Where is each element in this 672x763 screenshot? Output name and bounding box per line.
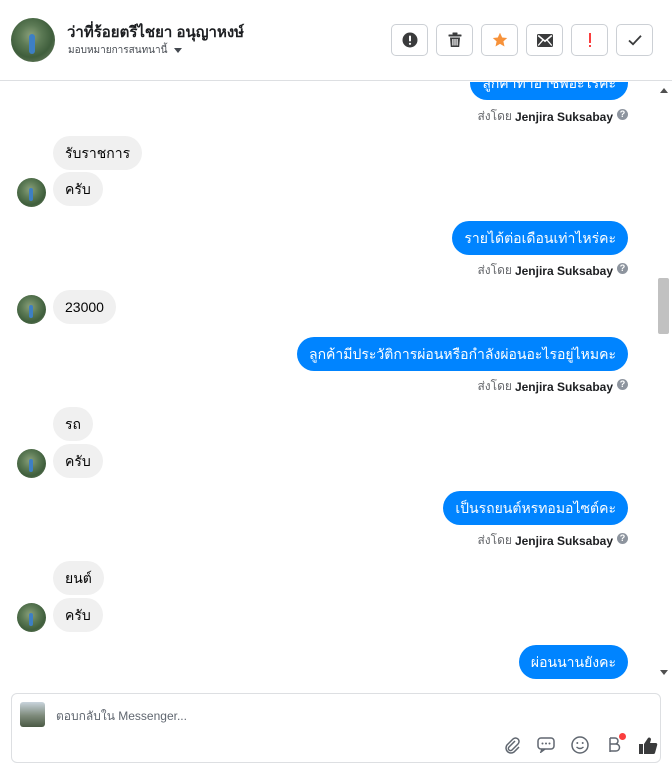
scroll-up-arrow-icon[interactable] bbox=[660, 88, 668, 93]
like-icon bbox=[639, 737, 658, 754]
sent-by-label: ส่งโดย Jenjira Suksabay bbox=[477, 107, 613, 126]
agent-name[interactable]: Jenjira Suksabay bbox=[515, 110, 613, 124]
sent-by-prefix: ส่งโดย bbox=[477, 263, 512, 277]
trash-icon bbox=[448, 32, 461, 47]
help-icon[interactable]: ? bbox=[617, 109, 628, 120]
saved-replies-icon bbox=[537, 737, 555, 753]
like-button[interactable] bbox=[638, 736, 658, 754]
exclamation-circle-icon bbox=[402, 32, 417, 48]
sent-by-prefix: ส่งโดย bbox=[477, 379, 512, 393]
attach-file-button[interactable] bbox=[502, 736, 522, 754]
header-actions bbox=[391, 24, 653, 56]
composer-tools bbox=[502, 733, 658, 754]
shop-button[interactable] bbox=[604, 733, 626, 754]
outgoing-message: ลูกค้าทำอาชีพอะไรคะ bbox=[470, 82, 628, 100]
incoming-message: รถ bbox=[53, 407, 93, 441]
agent-name[interactable]: Jenjira Suksabay bbox=[515, 380, 613, 394]
outgoing-message: รายได้ต่อเดือนเท่าไหร่คะ bbox=[452, 221, 628, 255]
incoming-message: ครับ bbox=[53, 172, 103, 206]
contact-avatar-small bbox=[17, 449, 46, 478]
incoming-message: รับราชการ bbox=[53, 136, 143, 170]
contact-avatar-small bbox=[17, 178, 46, 207]
report-button[interactable] bbox=[391, 24, 428, 56]
agent-name[interactable]: Jenjira Suksabay bbox=[515, 264, 613, 278]
sent-by-label: ส่งโดย Jenjira Suksabay bbox=[477, 531, 613, 550]
sent-by-label: ส่งโดย Jenjira Suksabay bbox=[477, 261, 613, 280]
notification-dot bbox=[619, 733, 626, 740]
outgoing-message: ลูกค้ามีประวัติการผ่อนหรือกำลังผ่อนอะไรอ… bbox=[296, 337, 628, 371]
contact-avatar-small bbox=[17, 295, 46, 324]
contact-avatar[interactable] bbox=[11, 18, 55, 62]
contact-name[interactable]: ว่าที่ร้อยตรีไชยา อนุญาหงษ์ bbox=[67, 20, 244, 44]
incoming-message: ครับ bbox=[53, 444, 103, 478]
agent-name[interactable]: Jenjira Suksabay bbox=[515, 534, 613, 548]
paperclip-icon bbox=[505, 737, 520, 754]
contact-avatar-small bbox=[17, 603, 46, 632]
caret-down-icon bbox=[174, 48, 183, 53]
scroll-down-arrow-icon[interactable] bbox=[660, 670, 668, 675]
outgoing-message: เป็นรถยนต์หรทอมอไซต์คะ bbox=[443, 491, 628, 525]
email-button[interactable] bbox=[526, 24, 563, 56]
reply-composer bbox=[11, 693, 661, 763]
sent-by-prefix: ส่งโดย bbox=[477, 109, 512, 123]
incoming-message: 23000 bbox=[53, 290, 116, 324]
star-icon bbox=[492, 32, 507, 47]
incoming-message: ครับ bbox=[53, 598, 103, 632]
reply-input[interactable] bbox=[56, 706, 616, 726]
delete-button[interactable] bbox=[436, 24, 473, 56]
emoji-icon bbox=[571, 736, 589, 754]
conversation-thread[interactable]: ลูกค้าทำอาชีพอะไรคะ ส่งโดย Jenjira Suksa… bbox=[0, 82, 656, 682]
important-button[interactable] bbox=[571, 24, 608, 56]
exclamation-icon bbox=[588, 33, 591, 47]
page-avatar bbox=[20, 702, 45, 727]
sent-by-label: ส่งโดย Jenjira Suksabay bbox=[477, 377, 613, 396]
done-button[interactable] bbox=[616, 24, 653, 56]
sent-by-prefix: ส่งโดย bbox=[477, 533, 512, 547]
help-icon[interactable]: ? bbox=[617, 379, 628, 390]
scrollbar-thumb[interactable] bbox=[658, 278, 669, 334]
emoji-button[interactable] bbox=[570, 736, 590, 754]
conversation-scrollbar[interactable] bbox=[656, 82, 672, 682]
envelope-icon bbox=[536, 33, 553, 47]
help-icon[interactable]: ? bbox=[617, 533, 628, 544]
incoming-message: ยนต์ bbox=[53, 561, 104, 595]
check-icon bbox=[627, 35, 642, 46]
assign-label: มอบหมายการสนทนานี้ bbox=[68, 45, 168, 56]
saved-replies-button[interactable] bbox=[536, 736, 556, 754]
help-icon[interactable]: ? bbox=[617, 263, 628, 274]
outgoing-message: ผ่อนนานยังคะ bbox=[518, 645, 628, 679]
assign-conversation-dropdown[interactable]: มอบหมายการสนทนานี้ bbox=[68, 43, 183, 58]
star-button[interactable] bbox=[481, 24, 518, 56]
conversation-header: ว่าที่ร้อยตรีไชยา อนุญาหงษ์ มอบหมายการสน… bbox=[0, 0, 672, 81]
